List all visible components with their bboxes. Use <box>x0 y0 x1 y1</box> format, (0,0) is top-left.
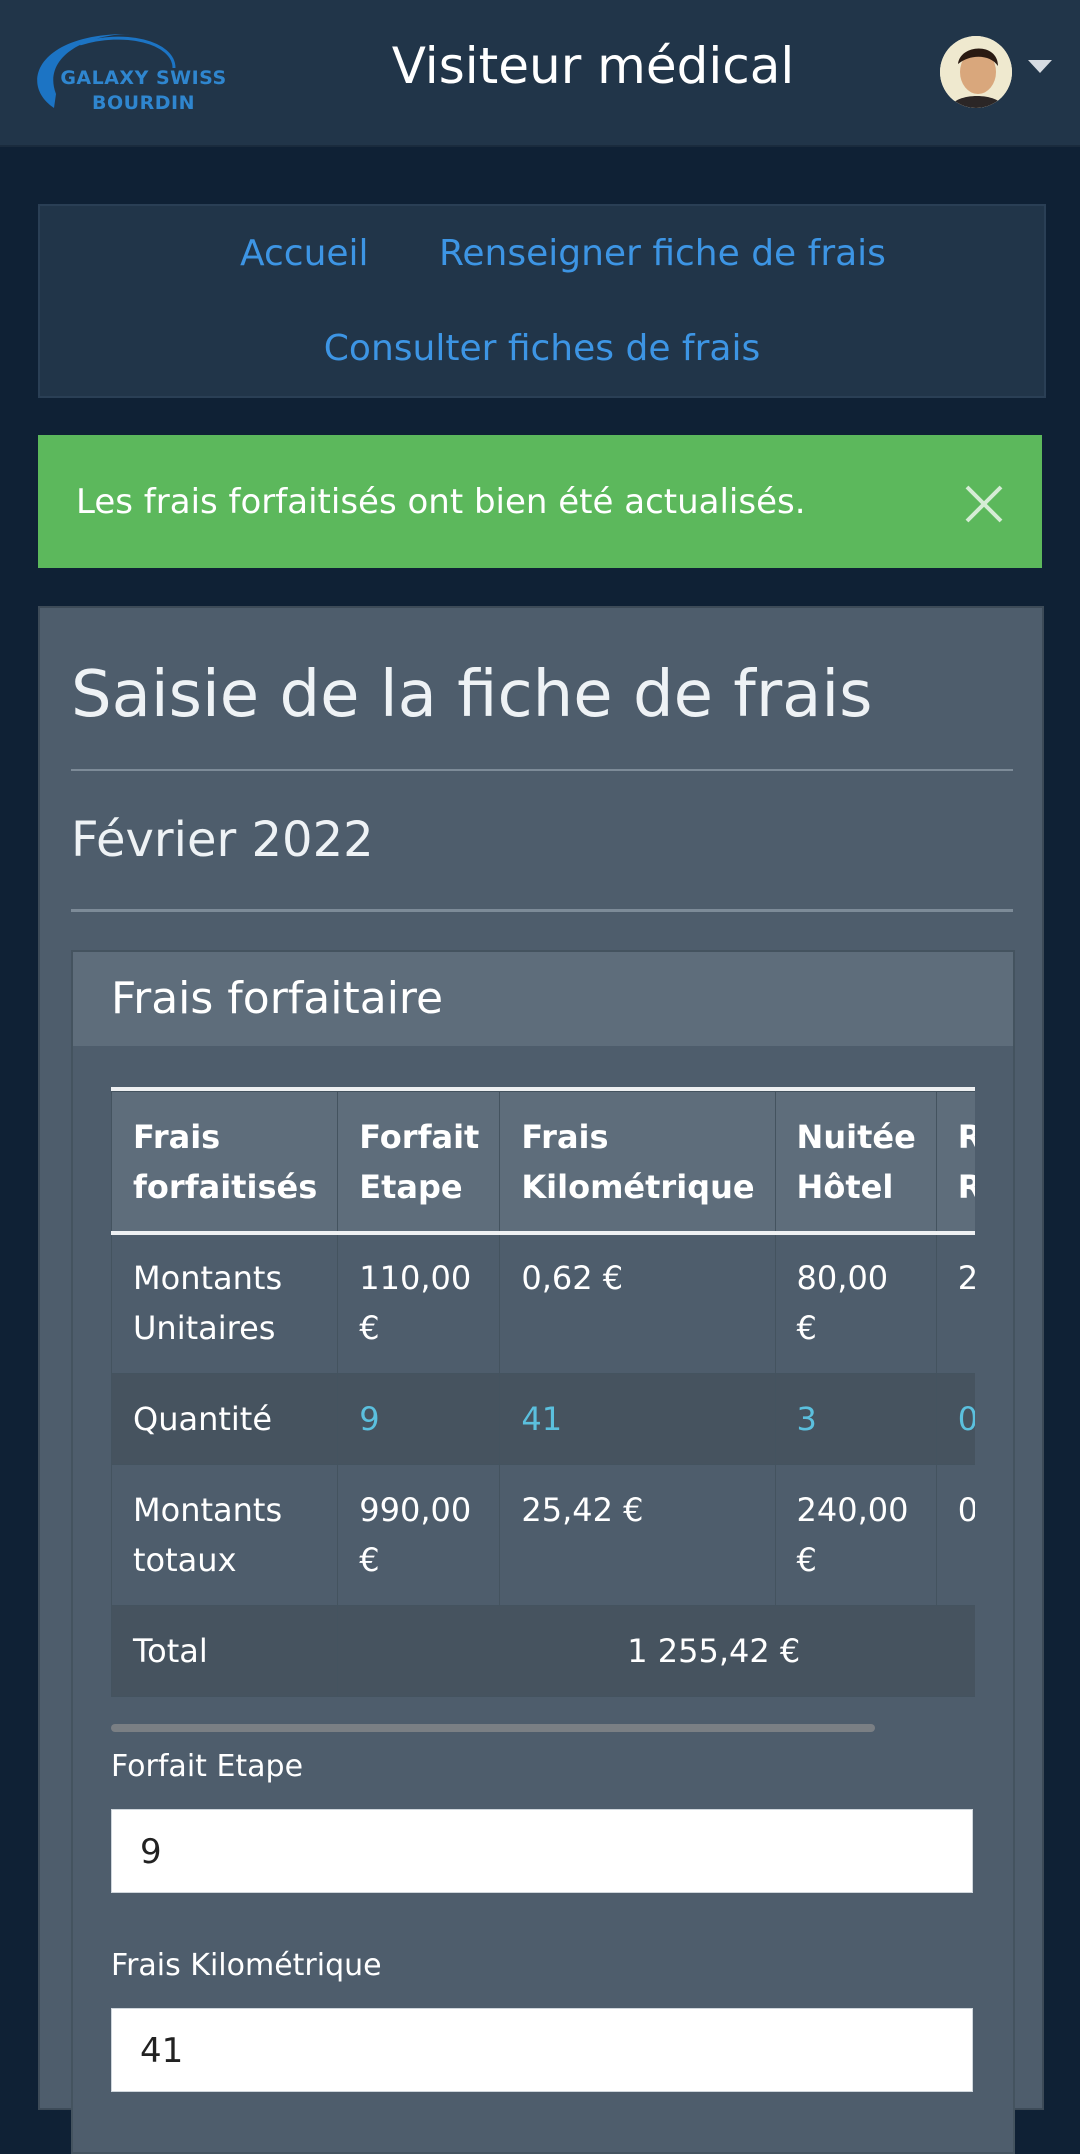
alert-message: Les frais forfaitisés ont bien été actua… <box>76 482 806 522</box>
quantity-cell: 0 <box>935 1373 975 1465</box>
forfait-etape-input[interactable]: 9 <box>111 1809 973 1893</box>
row-label: Montants Unitaires <box>111 1232 339 1374</box>
table-cell: 80,00 € <box>774 1232 937 1374</box>
row-label-line: Unitaires <box>133 1309 276 1347</box>
nav-link-accueil[interactable]: Accueil <box>240 231 369 277</box>
caret-down-icon[interactable] <box>1028 60 1052 73</box>
quantity-cell: 9 <box>337 1373 501 1465</box>
header-line: Restaurant <box>957 1168 975 1206</box>
field-label-forfait-etape: Forfait Etape <box>111 1749 304 1784</box>
row-label: Quantité <box>111 1373 339 1465</box>
horizontal-scrollbar[interactable] <box>111 1724 875 1732</box>
header-line: Kilométrique <box>521 1168 755 1206</box>
table-cell: 25,42 € <box>499 1464 776 1606</box>
table-cell: 110,00 € <box>337 1232 501 1374</box>
header-line: Etape <box>359 1168 463 1206</box>
logo-text: GALAXY SWISS BOURDIN <box>56 66 231 116</box>
table-cell: 990,00 € <box>337 1464 501 1606</box>
table-cell: 0,00 € <box>935 1464 975 1606</box>
expense-form-card: Saisie de la fiche de frais Février 2022… <box>38 606 1044 2154</box>
header-line: Repas <box>957 1118 975 1156</box>
fixed-costs-panel: Frais forfaitaire Frais forfaitisés Forf… <box>71 950 1015 2154</box>
grand-total-value: 1 255,42 € <box>337 1605 975 1697</box>
table-row-total-amounts: Montants totaux 990,00 € 25,42 € 240,00 … <box>111 1464 975 1606</box>
success-alert: Les frais forfaitisés ont bien été actua… <box>38 435 1042 568</box>
header-line: Hôtel <box>796 1168 894 1206</box>
table-header-rule <box>111 1231 975 1235</box>
header-line: forfaitisés <box>133 1168 318 1206</box>
row-label: Montants totaux <box>111 1464 339 1606</box>
logo-line-2: BOURDIN <box>92 92 195 114</box>
header-line: Nuitée <box>796 1118 916 1156</box>
logo-line-1: GALAXY SWISS <box>60 67 227 89</box>
header-line: Frais <box>133 1118 221 1156</box>
row-label-line: Montants <box>133 1259 283 1297</box>
row-label-line: totaux <box>133 1541 237 1579</box>
top-bar: GALAXY SWISS BOURDIN Visiteur médical <box>0 0 1080 147</box>
fixed-costs-table-scroll[interactable]: Frais forfaitisés Forfait Etape Frais Ki… <box>111 1087 975 1697</box>
nav-link-renseigner-fiche[interactable]: Renseigner fiche de frais <box>439 231 886 277</box>
close-icon[interactable] <box>962 482 1006 526</box>
app-title: Visiteur médical <box>391 37 795 95</box>
row-label-line: Montants <box>133 1491 283 1529</box>
nav-link-consulter-fiches[interactable]: Consulter fiches de frais <box>40 326 1044 372</box>
header-line: Forfait <box>359 1118 480 1156</box>
table-row-grand-total: Total 1 255,42 € <box>111 1605 975 1697</box>
table-cell: 25,00 € <box>935 1232 975 1374</box>
divider <box>71 909 1013 912</box>
col-header-frais-forfaitises: Frais forfaitisés <box>111 1091 339 1233</box>
user-avatar[interactable] <box>940 36 1012 108</box>
header-line: Frais <box>521 1118 609 1156</box>
page-title: Saisie de la fiche de frais <box>71 658 873 732</box>
period-heading: Février 2022 <box>71 812 374 868</box>
table-cell: 0,62 € <box>499 1232 776 1374</box>
table-cell: 240,00 € <box>774 1464 937 1606</box>
divider <box>71 769 1013 771</box>
col-header-repas-restaurant: Repas Restaurant <box>935 1091 975 1233</box>
panel-header: Frais forfaitaire <box>73 952 1013 1046</box>
quantity-cell: 41 <box>499 1373 776 1465</box>
main-nav: Accueil Renseigner fiche de frais Consul… <box>38 204 1046 398</box>
frais-kilometrique-input[interactable]: 41 <box>111 2008 973 2092</box>
col-header-nuitee-hotel: Nuitée Hôtel <box>774 1091 937 1233</box>
col-header-frais-kilometrique: Frais Kilométrique <box>499 1091 776 1233</box>
row-label: Total <box>111 1605 339 1697</box>
panel-title: Frais forfaitaire <box>111 973 444 1024</box>
fixed-costs-table: Frais forfaitisés Forfait Etape Frais Ki… <box>111 1091 975 1697</box>
col-header-forfait-etape: Forfait Etape <box>337 1091 501 1233</box>
avatar-face-icon <box>940 36 1012 108</box>
quantity-cell: 3 <box>774 1373 937 1465</box>
table-row-unit-amounts: Montants Unitaires 110,00 € 0,62 € 80,00… <box>111 1232 975 1374</box>
brand-logo[interactable]: GALAXY SWISS BOURDIN <box>24 24 226 120</box>
table-row-quantity: Quantité 9 41 3 0 <box>111 1373 975 1465</box>
table-top-rule <box>111 1087 975 1091</box>
field-label-frais-kilometrique: Frais Kilométrique <box>111 1948 382 1983</box>
